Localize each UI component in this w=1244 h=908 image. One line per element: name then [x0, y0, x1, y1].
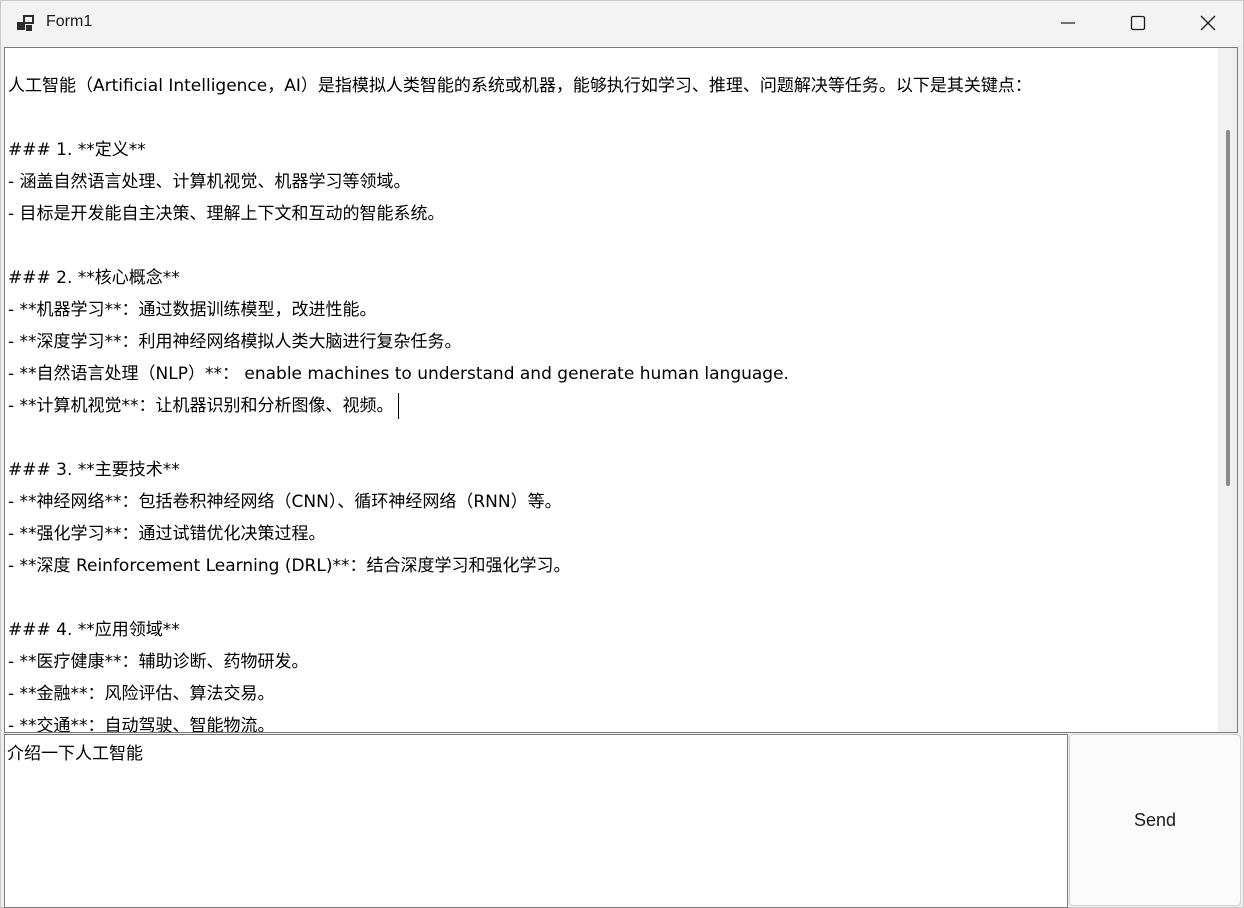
minimize-button[interactable]: [1033, 1, 1103, 45]
response-line: [8, 582, 1213, 614]
response-line: - **强化学习**：通过试错优化决策过程。: [8, 524, 326, 544]
app-form-icon: [17, 14, 35, 32]
response-line: - 目标是开发能自主决策、理解上下文和互动的智能系统。: [8, 204, 445, 224]
response-line: - **机器学习**：通过数据训练模型，改进性能。: [8, 300, 377, 320]
response-line: 人工智能（Artificial Intelligence，AI）是指模拟人类智能…: [8, 76, 1032, 96]
response-line: - **医疗健康**：辅助诊断、药物研发。: [8, 652, 309, 672]
response-line: ### 1. **定义**: [8, 140, 146, 160]
window-title: Form1: [46, 13, 93, 30]
response-line: [8, 230, 1213, 262]
response-line: - **神经网络**：包括卷积神经网络（CNN）、循环神经网络（RNN）等。: [8, 492, 562, 512]
response-line: - **深度学习**：利用神经网络模拟人类大脑进行复杂任务。: [8, 332, 462, 352]
response-line: [8, 422, 1213, 454]
scrollbar-thumb[interactable]: [1226, 130, 1230, 486]
title-bar[interactable]: Form1: [1, 1, 1243, 45]
maximize-icon: [1130, 15, 1146, 31]
response-line: - **交通**：自动驾驶、智能物流。: [8, 716, 275, 733]
response-textbox[interactable]: 人工智能（Artificial Intelligence，AI）是指模拟人类智能…: [4, 47, 1238, 733]
vertical-scrollbar[interactable]: [1218, 48, 1237, 732]
text-caret: [397, 393, 399, 419]
response-line: - **深度 Reinforcement Learning (DRL)**：结合…: [8, 556, 571, 576]
response-text: 人工智能（Artificial Intelligence，AI）是指模拟人类智能…: [8, 70, 1213, 733]
prompt-input-value: 介绍一下人工智能: [7, 744, 143, 764]
close-button[interactable]: [1173, 1, 1243, 45]
response-line: ### 2. **核心概念**: [8, 268, 180, 288]
app-window: Form1 人工智能（Artificial Intelligence，AI）是指…: [0, 0, 1244, 908]
close-icon: [1200, 15, 1216, 31]
response-line: - **自然语言处理（NLP）**： enable machines to un…: [8, 364, 789, 384]
response-line: - **计算机视觉**：让机器识别和分析图像、视频。: [8, 390, 1213, 422]
response-line: ### 3. **主要技术**: [8, 460, 180, 480]
minimize-icon: [1061, 22, 1075, 24]
send-button[interactable]: Send: [1069, 734, 1241, 906]
response-line: ### 4. **应用领域**: [8, 620, 180, 640]
maximize-button[interactable]: [1103, 1, 1173, 45]
response-line: - **金融**：风险评估、算法交易。: [8, 684, 275, 704]
response-line: [8, 102, 1213, 134]
response-line: - 涵盖自然语言处理、计算机视觉、机器学习等领域。: [8, 172, 411, 192]
prompt-input[interactable]: 介绍一下人工智能: [4, 734, 1068, 908]
